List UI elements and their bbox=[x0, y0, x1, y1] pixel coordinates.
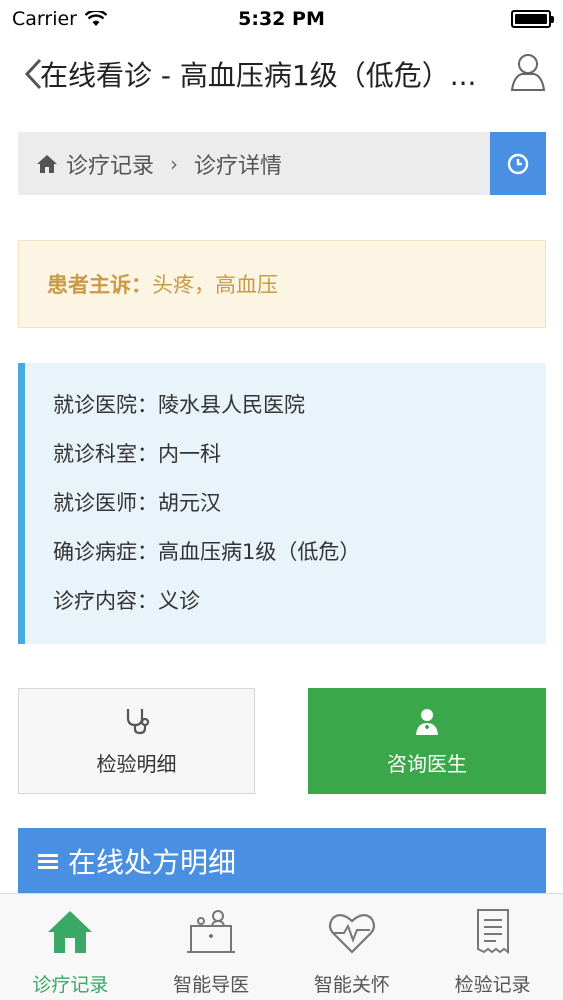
guide-icon bbox=[187, 910, 236, 953]
page-title: 在线看诊 - 高血压病1级（低危）... bbox=[40, 59, 477, 92]
carrier-label: Carrier bbox=[12, 8, 77, 30]
complaint-value: 头疼，高血压 bbox=[152, 273, 278, 297]
info-row-diagnosis: 确诊病症：高血压病1级（低危） bbox=[53, 528, 546, 577]
breadcrumb-current: 诊疗详情 bbox=[194, 153, 283, 179]
info-row-content: 诊疗内容：义诊 bbox=[53, 577, 546, 626]
tab-bar: 诊疗记录 智能导医 智能关怀 检验记录 bbox=[0, 893, 563, 1000]
user-icon[interactable] bbox=[506, 50, 550, 94]
info-row-hospital: 就诊医院：陵水县人民医院 bbox=[53, 381, 546, 430]
tab-smart-guide[interactable]: 智能导医 bbox=[141, 894, 282, 1000]
status-left: Carrier bbox=[12, 8, 107, 30]
breadcrumb: 诊疗记录 › 诊疗详情 bbox=[18, 132, 546, 195]
tab-visit-records[interactable]: 诊疗记录 bbox=[0, 894, 141, 1000]
home-icon[interactable] bbox=[36, 153, 58, 175]
info-label: 就诊医院： bbox=[53, 393, 158, 417]
chief-complaint: 患者主诉： 头疼，高血压 bbox=[18, 240, 546, 328]
breadcrumb-separator: › bbox=[170, 151, 179, 176]
wifi-icon bbox=[84, 11, 107, 26]
info-value: 胡元汉 bbox=[158, 491, 221, 515]
complaint-label: 患者主诉： bbox=[47, 273, 152, 297]
tab-smart-care[interactable]: 智能关怀 bbox=[282, 894, 423, 1000]
screen: Carrier 5:32 PM 在线看诊 - 高血压病1级（低危）... 诊疗记… bbox=[0, 0, 563, 1000]
heart-icon bbox=[328, 914, 375, 954]
tab-label: 智能关怀 bbox=[313, 974, 390, 996]
check-detail-button[interactable]: 检验明细 bbox=[18, 688, 255, 794]
clock-icon bbox=[507, 153, 529, 174]
nav-bar: 在线看诊 - 高血压病1级（低危）... bbox=[0, 38, 563, 110]
tab-lab-records[interactable]: 检验记录 bbox=[422, 894, 563, 1000]
info-label: 就诊医师： bbox=[53, 491, 158, 515]
home-icon bbox=[48, 911, 93, 953]
prescription-header[interactable]: 在线处方明细 bbox=[18, 828, 546, 894]
receipt-icon bbox=[476, 909, 509, 954]
consult-doctor-button[interactable]: 咨询医生 bbox=[308, 688, 546, 794]
info-value: 高血压病1级（低危） bbox=[158, 540, 361, 564]
info-row-doctor: 就诊医师：胡元汉 bbox=[53, 479, 546, 528]
info-value: 内一科 bbox=[158, 442, 221, 466]
prescription-title: 在线处方明细 bbox=[68, 846, 237, 879]
tab-label: 智能导医 bbox=[173, 974, 250, 996]
info-row-department: 就诊科室：内一科 bbox=[53, 430, 546, 479]
breadcrumb-home-link[interactable]: 诊疗记录 bbox=[66, 148, 154, 180]
tab-label: 诊疗记录 bbox=[32, 974, 109, 996]
tab-label: 检验记录 bbox=[454, 974, 531, 996]
history-button[interactable] bbox=[490, 132, 546, 195]
check-detail-label: 检验明细 bbox=[96, 751, 177, 776]
info-label: 就诊科室： bbox=[53, 442, 158, 466]
info-value: 陵水县人民医院 bbox=[158, 393, 305, 417]
menu-icon bbox=[38, 854, 58, 869]
info-label: 确诊病症： bbox=[53, 540, 158, 564]
stethoscope-icon bbox=[126, 708, 149, 734]
consult-doctor-label: 咨询医生 bbox=[387, 751, 467, 776]
info-label: 诊疗内容： bbox=[53, 589, 158, 613]
status-bar: Carrier 5:32 PM bbox=[0, 0, 563, 38]
info-value: 义诊 bbox=[158, 589, 200, 613]
doctor-icon bbox=[416, 708, 438, 735]
visit-info-panel: 就诊医院：陵水县人民医院 就诊科室：内一科 就诊医师：胡元汉 确诊病症：高血压病… bbox=[18, 363, 546, 644]
battery-icon bbox=[511, 10, 554, 28]
